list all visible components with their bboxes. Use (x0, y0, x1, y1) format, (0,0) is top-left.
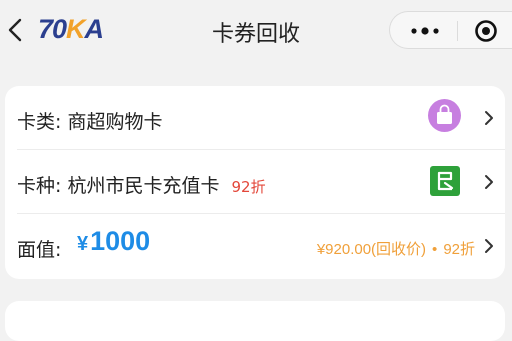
card-info-panel: 卡类: 商超购物卡 卡种: 杭州市民卡充值卡 92折 面值: ¥1000 ¥92… (5, 86, 505, 279)
card-type-value: 商超购物卡 (67, 111, 163, 133)
card-type-label: 卡类: 商超购物卡 (17, 107, 162, 134)
card-kind-discount: 92折 (231, 178, 266, 196)
card-type-label-text: 卡类: (17, 111, 62, 133)
face-value-amount: ¥1000 (77, 226, 150, 257)
more-dots-icon[interactable] (408, 20, 442, 42)
amount-number: 1000 (90, 226, 151, 256)
target-close-icon[interactable] (474, 19, 498, 43)
face-value-label: 面值: (17, 239, 62, 261)
chevron-right-icon (485, 111, 493, 125)
card-kind-label: 卡种: 杭州市民卡充值卡 92折 (17, 171, 266, 198)
chevron-right-icon (485, 239, 493, 253)
separator-dot: • (432, 241, 438, 258)
face-value-discount: 92折 (443, 241, 475, 258)
face-value-row[interactable]: 面值: ¥1000 ¥920.00(回收价) • 92折 (5, 214, 505, 278)
recycle-price-info: ¥920.00(回收价) • 92折 (317, 238, 475, 259)
shopping-bag-icon (428, 99, 461, 132)
card-kind-label-text: 卡种: (17, 175, 62, 197)
chevron-right-icon (485, 175, 493, 189)
mini-program-capsule (389, 11, 512, 49)
card-type-row[interactable]: 卡类: 商超购物卡 (5, 86, 505, 150)
next-card-panel (5, 301, 505, 341)
recycle-price: ¥920.00(回收价) (316, 241, 427, 258)
card-kind-value: 杭州市民卡充值卡 (67, 175, 220, 197)
citizen-card-icon (430, 166, 460, 196)
capsule-divider (457, 21, 458, 41)
currency-symbol: ¥ (77, 233, 89, 255)
card-kind-row[interactable]: 卡种: 杭州市民卡充值卡 92折 (5, 150, 505, 214)
navigation-bar: 70 K A 卡券回收 (0, 0, 512, 62)
